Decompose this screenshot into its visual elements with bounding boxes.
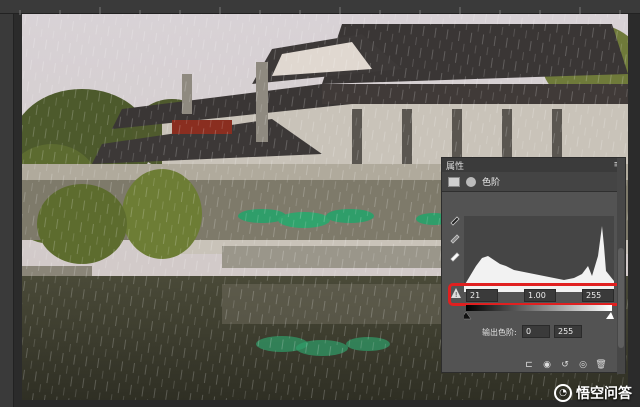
watermark-text: 悟空问答 <box>576 386 632 402</box>
adjustment-header: 色阶 <box>442 172 625 192</box>
eyedropper-white-icon[interactable] <box>448 248 462 262</box>
output-gradient <box>466 305 612 311</box>
view-previous-icon[interactable]: ◉ <box>540 359 554 371</box>
midtone-input-field[interactable]: 1.00 <box>524 289 556 302</box>
eyedropper-gray-icon[interactable] <box>448 230 462 244</box>
adjustment-name: 色阶 <box>482 178 501 188</box>
histogram <box>464 216 614 292</box>
output-white-field[interactable]: 255 <box>554 325 582 338</box>
levels-adjustment-icon <box>448 176 460 187</box>
photoshop-workspace: 属性 ≡ 色阶 ! 21 <box>0 0 640 407</box>
panel-title: 属性 <box>446 161 465 172</box>
panel-titlebar[interactable]: 属性 ≡ <box>442 158 625 172</box>
layer-mask-icon[interactable] <box>466 176 476 187</box>
black-input-field[interactable]: 21 <box>466 289 498 302</box>
wukong-logo-icon: ◔ <box>554 384 572 402</box>
clip-to-layer-icon[interactable]: ⊏ <box>522 359 536 371</box>
properties-panel[interactable]: 属性 ≡ 色阶 ! 21 <box>441 157 626 374</box>
watermark: ◔ 悟空问答 <box>554 383 632 403</box>
eyedropper-black-icon[interactable] <box>448 212 462 226</box>
top-ruler <box>0 0 640 15</box>
output-sliders[interactable] <box>464 312 614 320</box>
scroll-thumb[interactable] <box>618 248 624 348</box>
white-input-field[interactable]: 255 <box>582 289 614 302</box>
delete-icon[interactable]: 🗑 <box>594 359 608 371</box>
panel-scrollbar[interactable] <box>617 158 625 374</box>
warning-icon: ! <box>451 288 461 298</box>
reset-icon[interactable]: ↺ <box>558 359 572 371</box>
output-black-field[interactable]: 0 <box>522 325 550 338</box>
visibility-eye-icon[interactable]: ◎ <box>576 359 590 371</box>
output-levels-label: 输出色阶: <box>482 328 517 337</box>
svg-text:!: ! <box>455 291 458 298</box>
left-ruler <box>0 14 14 407</box>
levels-body: ! 21 1.00 255 输出色阶: 0 255 ⊏ ◉ ↺ ◎ 🗑 <box>442 192 625 373</box>
